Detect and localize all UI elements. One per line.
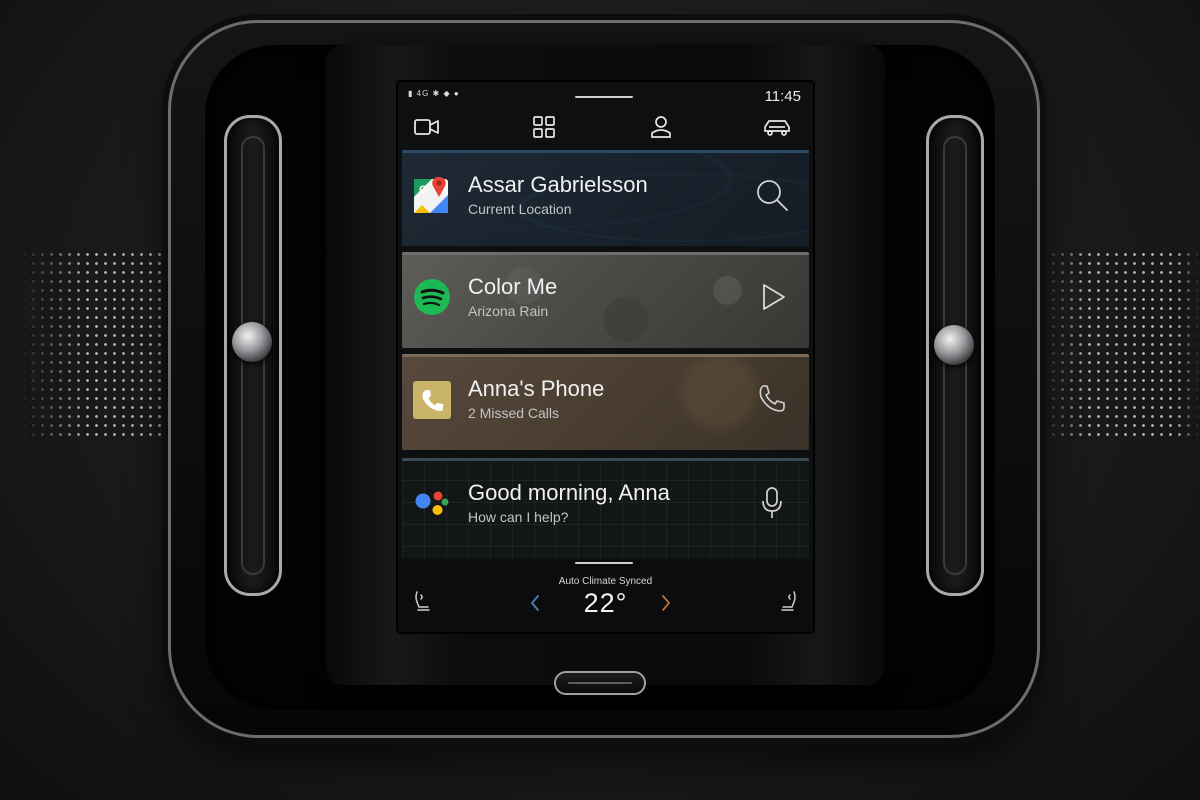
climate-pull-handle[interactable] <box>575 562 633 564</box>
contact-photo-background <box>402 354 809 450</box>
clock: 11:45 <box>764 88 801 105</box>
seat-heat-right-icon[interactable] <box>779 590 799 617</box>
microphone-icon[interactable] <box>753 484 791 522</box>
top-navigation-bar <box>398 110 813 148</box>
location-icon: ● <box>453 89 460 98</box>
navigation-title: Assar Gabrielsson <box>468 172 648 197</box>
song-title: Color Me <box>468 274 558 299</box>
dashboard-speaker-grille-right <box>1040 250 1200 440</box>
navigation-card[interactable]: G Assar Gabrielsson Current Location <box>402 150 809 246</box>
status-bar: ▮ 4G ✱ ◆ ● 11:45 <box>398 82 813 108</box>
phone-title: Anna's Phone <box>468 376 605 401</box>
status-icons: ▮ 4G ✱ ◆ ● <box>408 89 460 98</box>
bluetooth-icon: ✱ <box>432 89 441 98</box>
play-icon[interactable] <box>753 278 791 316</box>
dashboard-speaker-grille-left <box>20 250 190 440</box>
climate-status-label: Auto Climate Synced <box>558 576 653 587</box>
infotainment-display: ▮ 4G ✱ ◆ ● 11:45 G Assar Gabrielsson Cur… <box>398 82 813 632</box>
grid-background <box>402 458 809 558</box>
music-card[interactable]: Color Me Arizona Rain <box>402 252 809 348</box>
temperature-value[interactable]: 22° <box>398 588 813 619</box>
video-camera-icon[interactable] <box>410 110 444 144</box>
assistant-prompt: How can I help? <box>468 509 569 525</box>
phone-card[interactable]: Anna's Phone 2 Missed Calls <box>402 354 809 450</box>
assistant-card[interactable]: Good morning, Anna How can I help? <box>402 458 809 558</box>
missed-calls-text: 2 Missed Calls <box>468 405 560 421</box>
phone-icon[interactable] <box>753 380 791 418</box>
svg-text:G: G <box>419 184 428 196</box>
navigation-subtitle: Current Location <box>468 201 572 217</box>
car-icon[interactable] <box>760 110 794 144</box>
vent-knob-left[interactable] <box>232 322 272 362</box>
map-background <box>402 150 809 246</box>
assistant-greeting: Good morning, Anna <box>468 480 670 505</box>
temperature-up-icon[interactable] <box>660 594 672 617</box>
artist-name: Arizona Rain <box>468 303 549 319</box>
profile-icon[interactable] <box>644 110 678 144</box>
search-icon[interactable] <box>753 176 791 214</box>
spotify-icon <box>412 277 452 317</box>
phone-app-icon <box>412 379 452 419</box>
home-button[interactable] <box>554 671 646 695</box>
google-maps-icon: G <box>412 175 452 215</box>
wifi-icon: ◆ <box>443 89 451 98</box>
notification-pull-handle[interactable] <box>575 96 633 98</box>
climate-bar: Auto Climate Synced 22° <box>398 560 813 632</box>
google-assistant-icon <box>412 483 452 523</box>
network-label: 4G <box>416 89 430 98</box>
signal-icon: ▮ <box>408 89 414 98</box>
album-art-background <box>402 252 809 348</box>
apps-grid-icon[interactable] <box>527 110 561 144</box>
vent-knob-right[interactable] <box>934 325 974 365</box>
